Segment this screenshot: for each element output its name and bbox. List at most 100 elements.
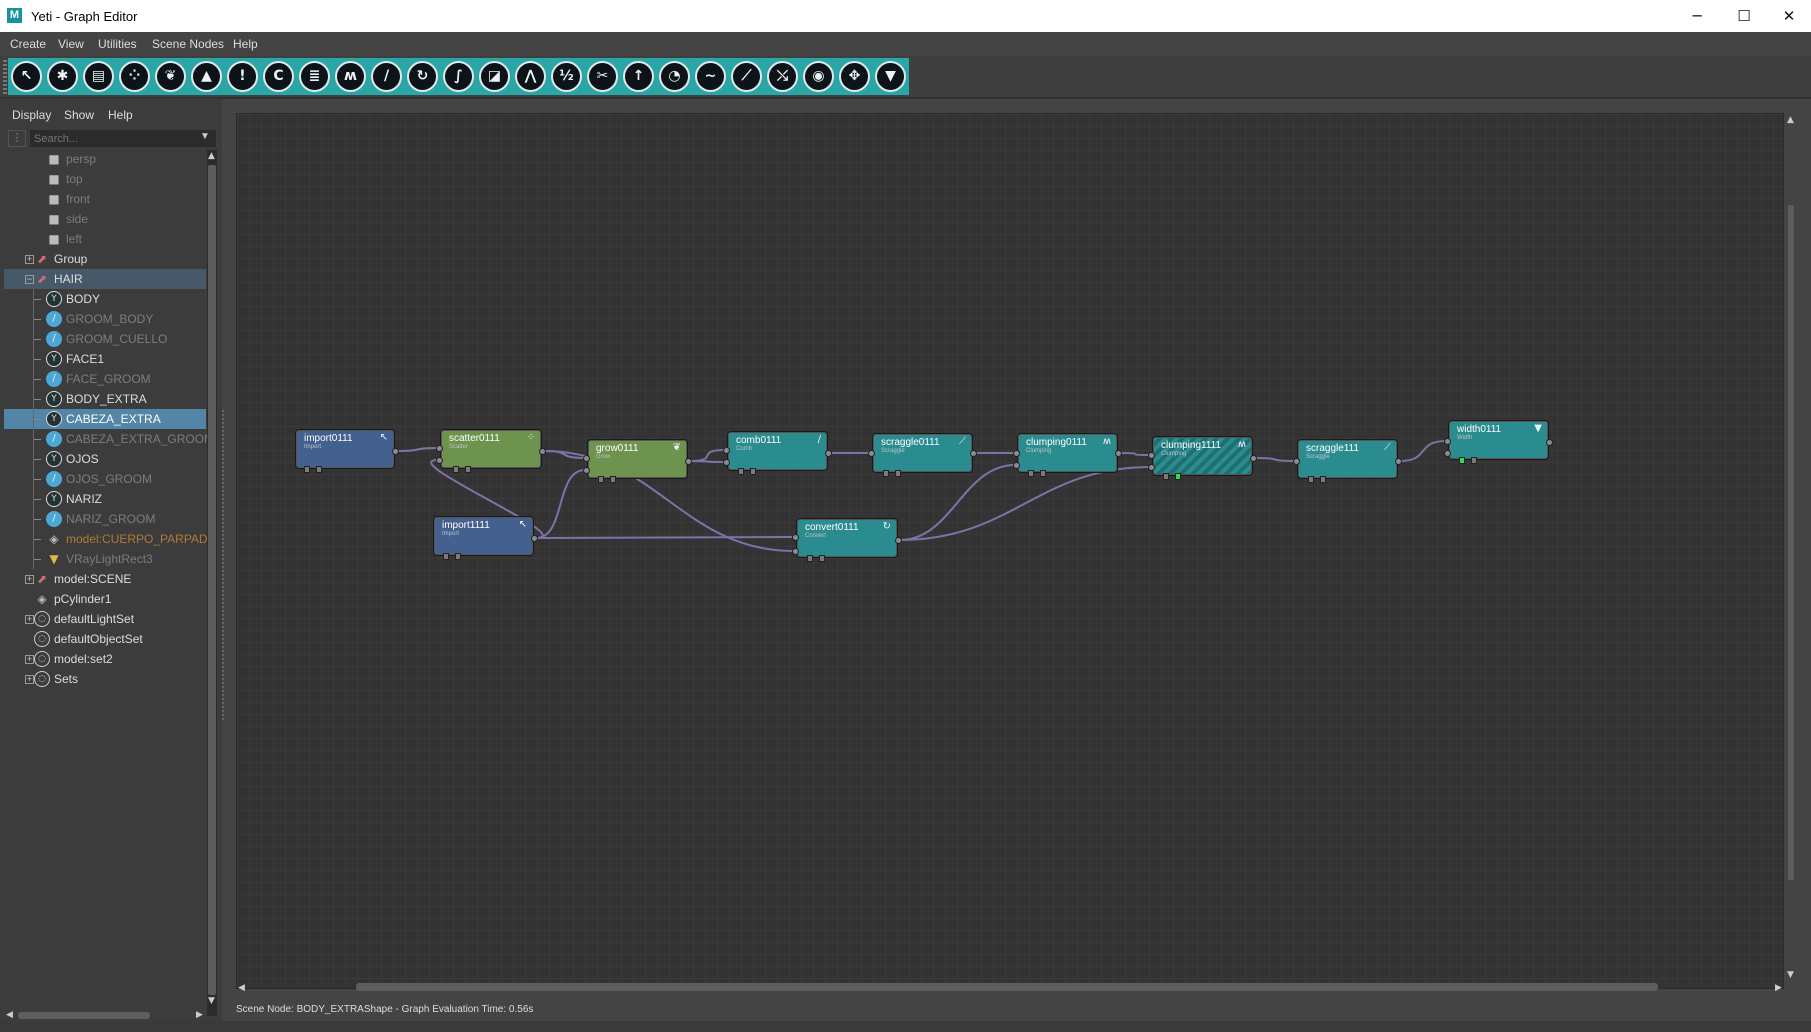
graph-node-convert0111[interactable]: convert0111 Convert ↻ [792,518,902,562]
graph-canvas[interactable]: import0111 Import ↖ scatter0111 Scatter ⁘ grow… [236,113,1784,989]
tree-item-side[interactable]: ■ side [4,209,206,229]
output-port[interactable] [970,450,977,457]
output-port[interactable] [895,537,902,544]
graph-edge[interactable] [535,469,586,539]
menu-scene-nodes[interactable]: Scene Nodes [152,37,224,51]
input-port[interactable] [792,548,799,555]
attribute-socket[interactable] [1320,476,1326,483]
output-port[interactable] [1115,450,1122,457]
tree-item-nariz[interactable]: Y NARIZ [4,489,206,509]
graph-edge[interactable] [899,466,1151,541]
attribute-socket[interactable] [1163,473,1169,480]
tree-item-face-groom[interactable]: / FACE_GROOM [4,369,206,389]
attribute-socket[interactable] [819,555,825,562]
attribute-socket[interactable] [610,476,616,483]
attribute-socket[interactable] [750,468,756,475]
archive-icon[interactable]: ▤ [83,61,114,92]
attribute-socket[interactable] [598,476,604,483]
output-port[interactable] [685,458,692,465]
menu-view[interactable]: View [58,37,84,51]
graph-node-clumping1111[interactable]: clumping1111 Clumping ʍ [1148,436,1257,480]
tree-item-cabeza-extra[interactable]: Y CABEZA_EXTRA [4,409,206,429]
input-port[interactable] [723,447,730,454]
tree-item-body-extra[interactable]: Y BODY_EXTRA [4,389,206,409]
input-port[interactable] [436,445,443,452]
split-12-icon[interactable]: ½ [551,61,582,92]
braid-icon[interactable]: ∫ [443,61,474,92]
tree-item-model-set2[interactable]: + ◌ model:set2 [4,649,206,669]
menu-create[interactable]: Create [10,37,46,51]
tree-item-groom-cuello[interactable]: / GROOM_CUELLO [4,329,206,349]
stack-icon[interactable]: ≣ [299,61,330,92]
graph-node-comb0111[interactable]: comb0111 Comb / [723,431,832,475]
expand-icon[interactable]: + [25,675,34,684]
graph-edge[interactable] [689,460,726,463]
menu-utilities[interactable]: Utilities [98,37,137,51]
input-port[interactable] [1148,452,1155,459]
expand-icon[interactable]: + [25,655,34,664]
cut-icon[interactable]: ✂ [587,61,618,92]
input-port[interactable] [583,467,590,474]
graph-edge[interactable] [396,447,439,452]
graph-edge[interactable] [1254,457,1296,462]
graph-edge[interactable] [1119,452,1151,456]
menu-help[interactable]: Help [233,37,258,51]
graph-scroll-left-icon[interactable]: ◀ [238,983,245,993]
attribute-socket[interactable] [316,466,322,473]
attribute-socket[interactable] [895,470,901,477]
attribute-socket[interactable] [1459,457,1465,464]
input-port[interactable] [1293,458,1300,465]
graph-hscroll-thumb[interactable] [356,983,1658,991]
curve-icon[interactable]: ∼ [695,61,726,92]
input-port[interactable] [436,457,443,464]
attribute-socket[interactable] [465,466,471,473]
attribute-socket[interactable] [1175,473,1181,480]
clock-icon[interactable]: ◔ [659,61,690,92]
collapse-icon[interactable]: − [25,275,34,284]
tree-item-top[interactable]: ■ top [4,169,206,189]
noise-icon[interactable]: ⋀ [515,61,546,92]
graph-vscroll-thumb[interactable] [1788,205,1794,880]
texture-icon[interactable]: ◪ [479,61,510,92]
outliner-scroll-thumb[interactable] [208,165,216,995]
chevron-down-icon[interactable]: ▼ [200,131,210,142]
select-arrow-icon[interactable]: ↖ [11,61,42,92]
direction-icon[interactable]: ↑ [623,61,654,92]
scene-settings-icon[interactable]: ✱ [47,61,78,92]
scroll-down-arrow-icon[interactable]: ▼ [208,996,215,1006]
outliner-menu-display[interactable]: Display [12,108,51,122]
tree-item-nariz-groom[interactable]: / NARIZ_GROOM [4,509,206,529]
random-icon[interactable]: ⤯ [767,61,798,92]
rotate-icon[interactable]: ↻ [407,61,438,92]
expand-icon[interactable]: + [25,615,34,624]
scroll-right-arrow-icon[interactable]: ▶ [196,1010,203,1020]
graph-node-scraggle0111[interactable]: scraggle0111 Scraggle ⟋ [868,433,977,477]
expand-icon[interactable]: + [25,255,34,264]
attribute-socket[interactable] [1308,476,1314,483]
attribute-socket[interactable] [883,470,889,477]
output-port[interactable] [825,450,832,457]
attribute-socket[interactable] [443,553,449,560]
grow-icon[interactable]: ❦ [155,61,186,92]
output-port[interactable] [1250,455,1257,462]
scraggle-icon[interactable]: ⟋ [731,61,762,92]
graph-node-grow0111[interactable]: grow0111 Grow ❦ [583,439,692,483]
clumping-icon[interactable]: ʍ [335,61,366,92]
width-icon[interactable]: ▼ [875,61,906,92]
attention-icon[interactable]: ! [227,61,258,92]
palette-icon[interactable]: ◉ [803,61,834,92]
graph-scroll-right-icon[interactable]: ▶ [1775,983,1782,993]
maximize-button[interactable]: ☐ [1722,0,1766,32]
input-port[interactable] [723,459,730,466]
attribute-socket[interactable] [1040,470,1046,477]
tree-item-pcylinder1[interactable]: ◈ pCylinder1 [4,589,206,609]
attribute-socket[interactable] [304,466,310,473]
input-port[interactable] [583,455,590,462]
tree-item-ojos-groom[interactable]: / OJOS_GROOM [4,469,206,489]
bucket-icon[interactable]: ▲ [191,61,222,92]
tree-item-persp[interactable]: ■ persp [4,149,206,169]
graph-edge[interactable] [1399,440,1447,462]
tree-item-vraylightrect3[interactable]: ▼ VRayLightRect3 [4,549,206,569]
input-port[interactable] [792,534,799,541]
close-button[interactable]: ✕ [1767,0,1811,32]
